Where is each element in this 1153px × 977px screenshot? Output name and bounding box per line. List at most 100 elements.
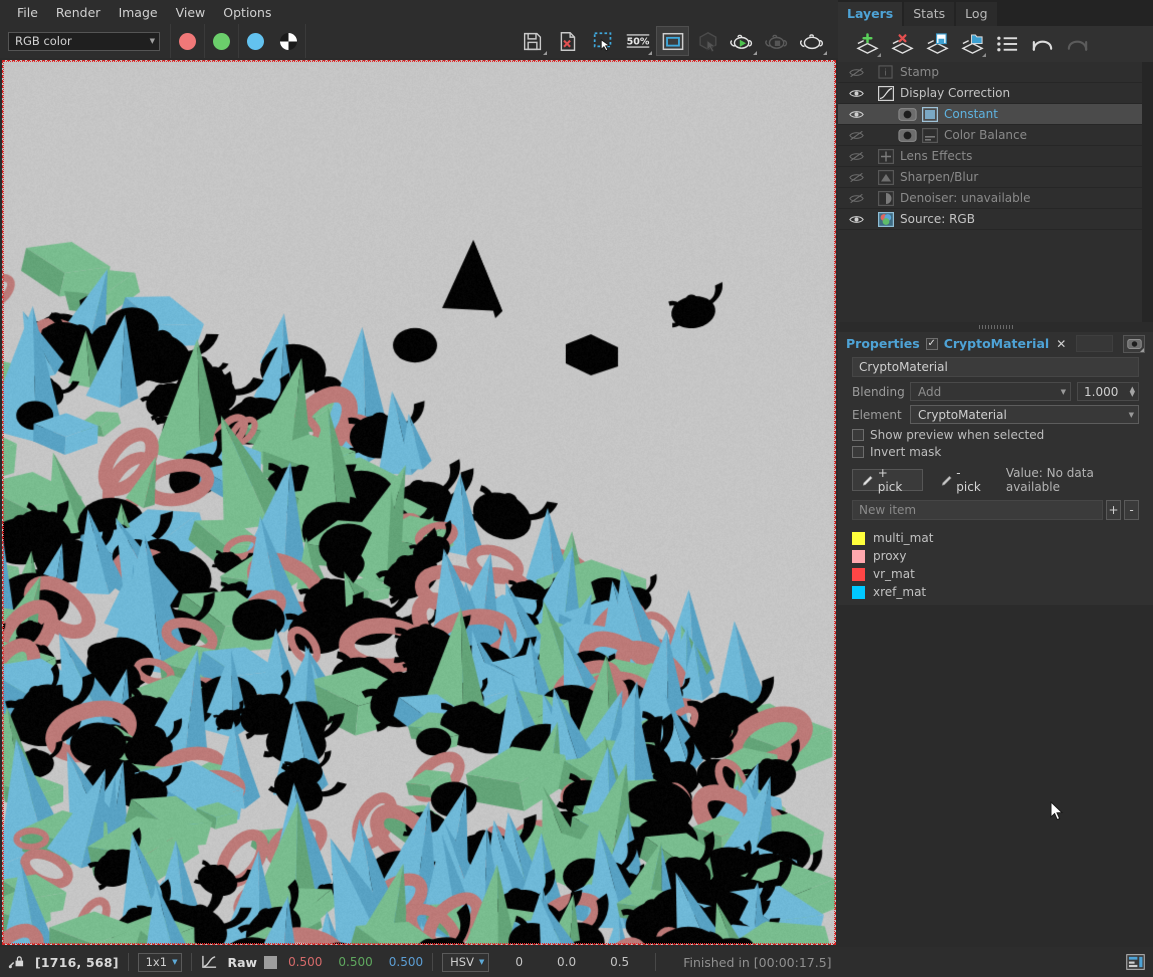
show-preview-checkbox[interactable]	[852, 429, 864, 441]
curve-icon	[874, 86, 897, 101]
new-item-input[interactable]: New item	[852, 500, 1103, 520]
mask-toggle-constant[interactable]	[896, 108, 918, 121]
layer-name-input[interactable]: CryptoMaterial	[852, 357, 1139, 377]
visibility-toggle-stamp[interactable]	[838, 67, 874, 78]
clear-image-button[interactable]	[551, 26, 584, 56]
blending-mode-dropdown[interactable]: Add ▼	[910, 382, 1071, 401]
blue-channel-button[interactable]	[238, 24, 272, 58]
visibility-toggle-color-balance[interactable]	[838, 130, 874, 141]
visibility-toggle-denoiser[interactable]	[838, 193, 874, 204]
panel-splitter[interactable]	[838, 322, 1153, 332]
layer-row-sharpen-blur[interactable]: Sharpen/Blur	[838, 167, 1153, 188]
visibility-toggle-constant[interactable]	[838, 109, 874, 120]
rendered-image[interactable]	[3, 61, 835, 944]
menu-corner-icon	[543, 51, 547, 55]
red-channel-button[interactable]	[170, 24, 204, 58]
sample-size-dropdown[interactable]: 1x1 ▼	[138, 953, 183, 972]
visibility-toggle-sharpen-blur[interactable]	[838, 172, 874, 183]
add-item-button[interactable]: +	[1106, 500, 1121, 520]
delete-layer-button[interactable]	[887, 29, 917, 59]
layer-row-source-rgb[interactable]: Source: RGB	[838, 209, 1153, 230]
list-item[interactable]: vr_mat	[852, 565, 1139, 583]
visibility-toggle-source-rgb[interactable]	[838, 214, 874, 225]
material-list[interactable]: multi_mat proxy vr_mat xref_mat	[838, 526, 1153, 601]
spinner-arrows-icon[interactable]: ▲ ▼	[1130, 387, 1135, 397]
properties-search-input[interactable]	[1076, 335, 1113, 352]
start-render-button[interactable]	[726, 26, 759, 56]
layer-list-scrollbar[interactable]	[1142, 62, 1153, 322]
tab-log[interactable]: Log	[956, 2, 996, 26]
layer-row-constant[interactable]: Constant	[838, 104, 1153, 125]
tab-stats[interactable]: Stats	[904, 2, 954, 26]
menu-view[interactable]: View	[167, 2, 215, 23]
layer-list[interactable]: i Stamp Display Correction Constant Colo…	[838, 62, 1153, 322]
menu-file[interactable]: File	[8, 2, 47, 23]
color-balance-icon	[918, 128, 941, 143]
layer-row-display-correction[interactable]: Display Correction	[838, 83, 1153, 104]
add-layer-button[interactable]	[852, 29, 882, 59]
panel-toggle-icon[interactable]	[1126, 954, 1145, 970]
mask-toggle-color-balance[interactable]	[896, 129, 918, 142]
pick-row: + pick - pick Value: No data available	[838, 462, 1153, 500]
blending-amount-input[interactable]: 1.000 ▲ ▼	[1077, 382, 1139, 401]
properties-enable-checkbox[interactable]	[926, 338, 938, 350]
zoom-level-button[interactable]: 50%	[621, 26, 654, 56]
layer-row-lens-effects[interactable]: Lens Effects	[838, 146, 1153, 167]
save-layers-button[interactable]	[922, 29, 952, 59]
pixel-lock-icon[interactable]	[8, 954, 25, 971]
element-label: Element	[852, 408, 904, 422]
menu-options[interactable]: Options	[214, 2, 280, 23]
color-swatch	[852, 532, 865, 545]
save-image-button[interactable]	[516, 26, 549, 56]
list-item[interactable]: proxy	[852, 547, 1139, 565]
remove-item-button[interactable]: -	[1124, 500, 1139, 520]
material-name: multi_mat	[873, 531, 933, 545]
layer-delete-icon	[890, 33, 915, 56]
properties-mask-button[interactable]	[1123, 335, 1145, 353]
list-item[interactable]: xref_mat	[852, 583, 1139, 601]
hue-value: 0	[515, 955, 523, 969]
image-viewport[interactable]	[0, 58, 838, 947]
alpha-channel-button[interactable]	[272, 24, 306, 58]
visibility-toggle-display-correction[interactable]	[838, 88, 874, 99]
undo-button[interactable]	[1027, 29, 1057, 59]
eyedropper-icon	[862, 474, 874, 487]
fit-to-window-button[interactable]	[656, 26, 689, 56]
green-channel-button[interactable]	[204, 24, 238, 58]
remove-pick-button[interactable]: - pick	[931, 469, 996, 491]
tab-layers[interactable]: Layers	[838, 2, 902, 26]
redo-button	[1062, 29, 1092, 59]
invert-mask-row[interactable]: Invert mask	[838, 445, 1153, 459]
layer-row-denoiser[interactable]: Denoiser: unavailable	[838, 188, 1153, 209]
status-bar: [1716, 568] 1x1 ▼ Raw 0.500 0.500 0.500 …	[0, 947, 1153, 977]
show-preview-row[interactable]: Show preview when selected	[838, 428, 1153, 442]
fit-window-icon	[662, 32, 684, 51]
teapot-stop-icon	[765, 31, 790, 52]
layer-presets-button[interactable]	[992, 29, 1022, 59]
blending-row: Blending Add ▼ 1.000 ▲ ▼	[838, 382, 1153, 401]
close-icon[interactable]: ✕	[1056, 337, 1066, 351]
curve-icon[interactable]	[201, 954, 218, 970]
layer-row-color-balance[interactable]: Color Balance	[838, 125, 1153, 146]
render-view-button[interactable]	[796, 26, 829, 56]
channel-select-dropdown[interactable]: RGB color ▼	[8, 32, 160, 51]
visibility-toggle-lens-effects[interactable]	[838, 151, 874, 162]
element-dropdown[interactable]: CryptoMaterial ▼	[910, 405, 1139, 424]
load-layers-button[interactable]	[957, 29, 987, 59]
sampled-color-swatch	[264, 956, 277, 969]
properties-title: Properties	[846, 336, 920, 351]
menu-image[interactable]: Image	[109, 2, 166, 23]
region-render-button[interactable]	[586, 26, 619, 56]
color-mode-dropdown[interactable]: HSV ▼	[442, 953, 489, 972]
invert-mask-checkbox[interactable]	[852, 446, 864, 458]
layer-row-stamp[interactable]: i Stamp	[838, 62, 1153, 83]
add-pick-button[interactable]: + pick	[852, 469, 923, 491]
undo-arrow-icon	[1030, 34, 1055, 54]
list-item[interactable]: multi_mat	[852, 529, 1139, 547]
sample-size-value: 1x1	[146, 955, 167, 969]
layer-label: Display Correction	[897, 86, 1010, 100]
chevron-down-icon: ▼	[150, 37, 155, 45]
eye-off-icon	[849, 172, 864, 183]
menu-render[interactable]: Render	[47, 2, 110, 23]
redo-arrow-icon	[1065, 34, 1090, 54]
